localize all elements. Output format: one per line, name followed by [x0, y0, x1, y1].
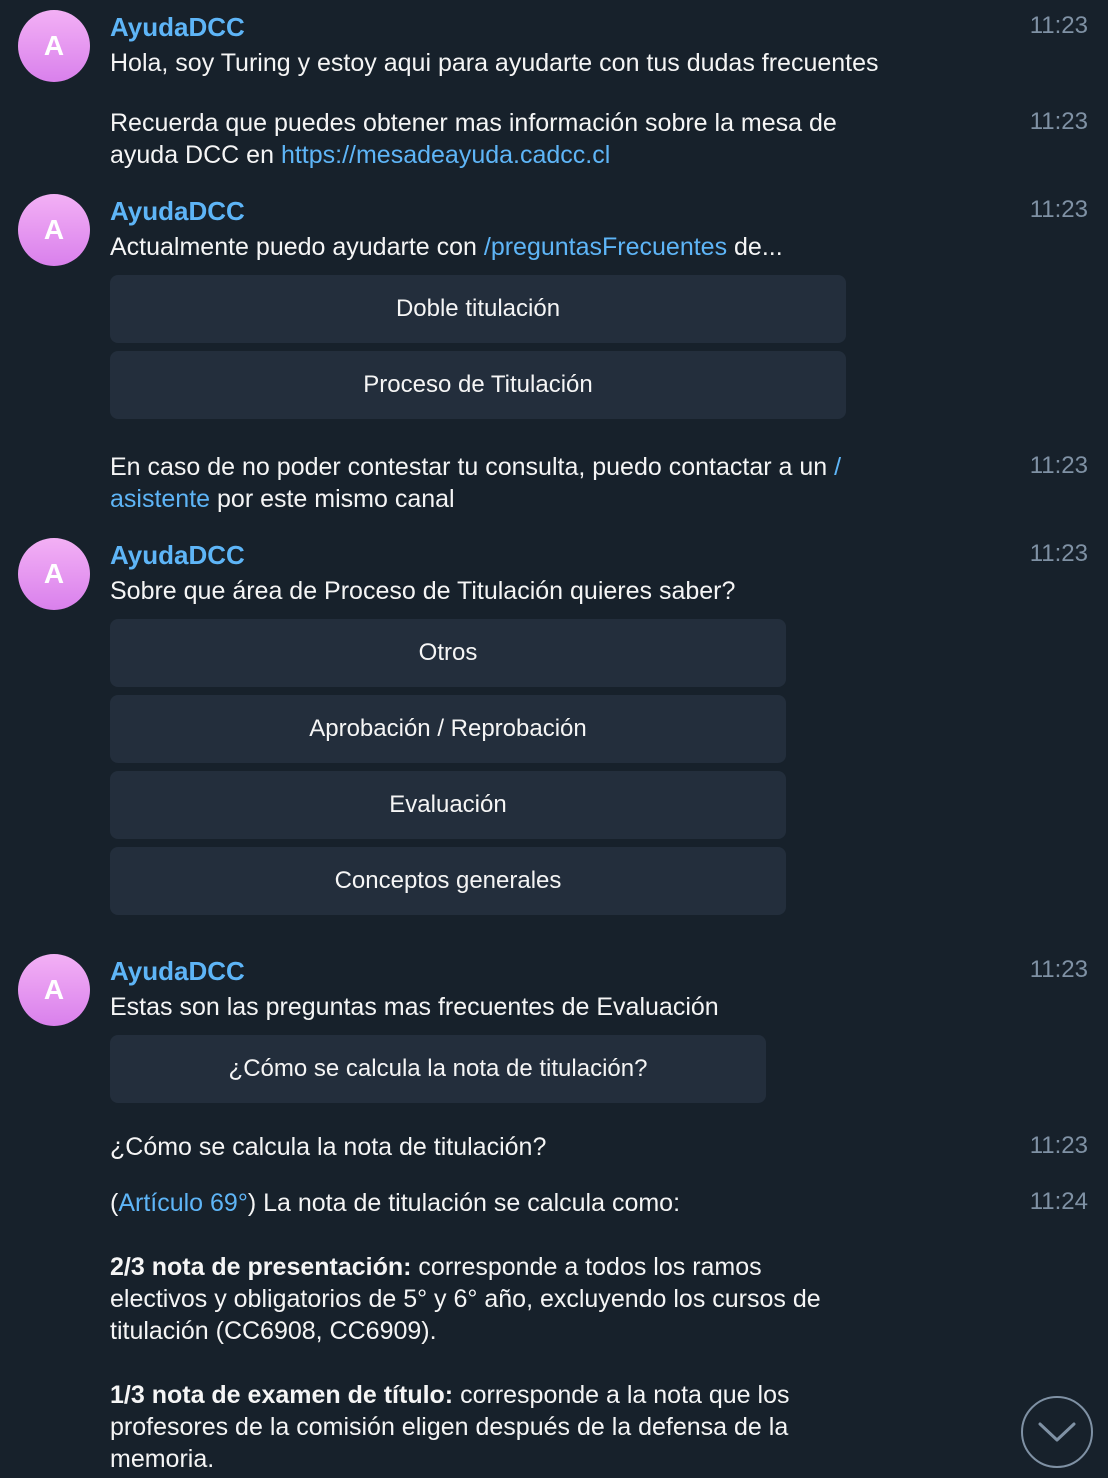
keyboard-button-doble-titulacion[interactable]: Doble titulación	[110, 275, 846, 343]
message-text: (Artículo 69°) La nota de titulación se …	[110, 1187, 680, 1219]
message-text-fragment: ) La nota de titulación se calcula como:	[247, 1189, 681, 1217]
message-text-fragment: corresponde a todos los ramos	[411, 1253, 762, 1281]
bold-label: 2/3 nota de presentación:	[110, 1253, 412, 1281]
bold-label: 1/3 nota de examen de título:	[110, 1381, 454, 1409]
message-text: titulación (CC6908, CC6909).	[110, 1317, 437, 1345]
message-text: ¿Cómo se calcula la nota de titulación?	[110, 1133, 547, 1161]
sender-name[interactable]: AyudaDCC	[110, 195, 245, 227]
message-text-fragment: por este mismo canal	[210, 485, 455, 513]
message-text-fragment: En caso de no poder contestar tu consult…	[110, 453, 835, 481]
message-text: Actualmente puedo ayudarte con /pregunta…	[110, 231, 783, 263]
message-time: 11:23	[1029, 540, 1088, 567]
message-text-fragment: Actualmente puedo ayudarte con	[110, 233, 484, 261]
avatar[interactable]: A	[18, 10, 90, 82]
keyboard-button-proceso-titulacion[interactable]: Proceso de Titulación	[110, 351, 846, 419]
message-text-fragment: corresponde a la nota que los	[453, 1381, 790, 1409]
keyboard-button-aprobacion-reprobacion[interactable]: Aprobación / Reprobación	[110, 695, 786, 763]
keyboard-button-nota-titulacion[interactable]: ¿Cómo se calcula la nota de titulación?	[110, 1035, 766, 1103]
scroll-down-button[interactable]	[1021, 1396, 1093, 1468]
message-time: 11:24	[1029, 1188, 1088, 1215]
message-time: 11:23	[1029, 12, 1088, 39]
sender-name[interactable]: AyudaDCC	[110, 539, 245, 571]
message-time: 11:23	[1029, 956, 1088, 983]
message-text: Hola, soy Turing y estoy aqui para ayuda…	[110, 49, 879, 77]
keyboard-button-conceptos-generales[interactable]: Conceptos generales	[110, 847, 786, 915]
message-time: 11:23	[1029, 1132, 1088, 1159]
message-text: profesores de la comisión eligen después…	[110, 1413, 789, 1441]
message-text: electivos y obligatorios de 5° y 6° año,…	[110, 1285, 821, 1313]
message-text: 2/3 nota de presentación: corresponde a …	[110, 1251, 762, 1283]
message-text-fragment: de...	[727, 233, 783, 261]
keyboard-button-evaluacion[interactable]: Evaluación	[110, 771, 786, 839]
chevron-down-icon	[1038, 1422, 1076, 1442]
keyboard-button-otros[interactable]: Otros	[110, 619, 786, 687]
avatar[interactable]: A	[18, 954, 90, 1026]
sender-name[interactable]: AyudaDCC	[110, 955, 245, 987]
message-text: ayuda DCC en https://mesadeayuda.cadcc.c…	[110, 139, 610, 171]
articulo-link[interactable]: Artículo 69°	[118, 1189, 248, 1217]
message-time: 11:23	[1029, 452, 1088, 479]
avatar[interactable]: A	[18, 194, 90, 266]
sender-name[interactable]: AyudaDCC	[110, 11, 245, 43]
help-desk-link[interactable]: https://mesadeayuda.cadcc.cl	[281, 141, 610, 169]
message-text: En caso de no poder contestar tu consult…	[110, 451, 841, 483]
message-text-fragment: ayuda DCC en	[110, 141, 281, 169]
avatar[interactable]: A	[18, 538, 90, 610]
message-text: Sobre que área de Proceso de Titulación …	[110, 577, 736, 605]
message-text: Recuerda que puedes obtener mas informac…	[110, 109, 837, 137]
asistente-command-link[interactable]: asistente	[110, 485, 210, 513]
message-text: memoria.	[110, 1445, 215, 1473]
asistente-command-link[interactable]: /	[834, 453, 841, 481]
message-time: 11:23	[1029, 108, 1088, 135]
preguntas-frecuentes-command-link[interactable]: /preguntasFrecuentes	[484, 233, 727, 261]
message-text: Estas son las preguntas mas frecuentes d…	[110, 993, 719, 1021]
message-time: 11:23	[1029, 196, 1088, 223]
message-text: asistente por este mismo canal	[110, 483, 455, 515]
message-text: 1/3 nota de examen de título: correspond…	[110, 1379, 789, 1411]
